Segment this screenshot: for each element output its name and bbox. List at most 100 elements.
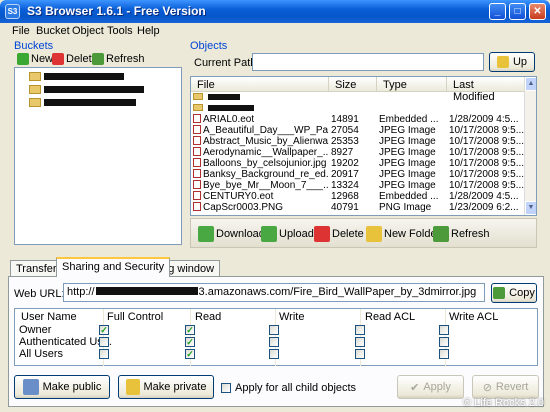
apply-children-checkbox[interactable] <box>221 383 231 393</box>
file-name: Banksy_Background_re_ed... <box>203 169 329 180</box>
redacted-name <box>44 86 144 93</box>
file-type-cell <box>377 103 447 114</box>
file-type-cell: JPEG Image <box>379 136 436 147</box>
table-row[interactable]: Aerodynamic__Wallpaper_... 8927 JPEG Image… <box>191 147 524 158</box>
refresh-objects-button[interactable]: Refresh <box>433 226 490 242</box>
file-size-cell: 13324 <box>331 180 359 191</box>
close-button[interactable]: ✕ <box>529 3 546 20</box>
file-name: CENTURY0.eot <box>203 191 274 202</box>
make-public-label: Make public <box>42 381 102 393</box>
file-size-cell <box>329 103 377 114</box>
copy-button[interactable]: Copy <box>491 283 537 303</box>
objects-body: ARIAL0.eot 14891 Embedded ... 1/28/2009 4:5… <box>191 92 524 213</box>
bucket-item[interactable] <box>29 85 144 94</box>
delete-bucket-button[interactable]: Delete <box>52 53 98 65</box>
revert-button[interactable]: ⊘ Revert <box>472 375 539 399</box>
make-public-button[interactable]: Make public <box>14 375 110 399</box>
folder-icon <box>29 72 41 81</box>
menu-help[interactable]: Help <box>137 25 160 37</box>
menu-tools[interactable]: Tools <box>107 25 133 37</box>
menu-file[interactable]: File <box>12 25 30 37</box>
perm-col-read: Read <box>195 311 222 323</box>
file-modified-cell: 10/17/2008 9:5... <box>449 169 524 180</box>
permission-checkbox[interactable]: ✓ <box>185 325 195 335</box>
menu-object[interactable]: Object <box>72 25 104 37</box>
apply-label: Apply <box>423 381 451 393</box>
minimize-button[interactable]: _ <box>489 3 506 20</box>
permission-checkbox[interactable] <box>355 325 365 335</box>
bucket-item[interactable] <box>29 72 124 81</box>
permission-checkbox[interactable] <box>269 337 279 347</box>
table-row[interactable] <box>191 103 524 114</box>
maximize-button[interactable]: □ <box>509 3 526 20</box>
table-row[interactable]: CENTURY0.eot 12968 Embedded ... 1/28/2009 4… <box>191 191 524 202</box>
file-name: A_Beautiful_Day___WP_Pa... <box>203 125 329 136</box>
refresh-icon <box>433 226 449 242</box>
buckets-tree[interactable] <box>14 67 182 245</box>
permission-checkbox[interactable] <box>269 325 279 335</box>
perm-col-read-acl: Read ACL <box>365 311 416 323</box>
permission-checkbox[interactable]: ✓ <box>99 325 109 335</box>
users-icon <box>22 379 39 395</box>
table-row[interactable]: CapScr0003.PNG 40791 PNG Image 1/23/2009 6:… <box>191 202 524 213</box>
permission-checkbox[interactable] <box>439 349 449 359</box>
permission-checkbox[interactable]: ✓ <box>185 349 195 359</box>
new-folder-icon <box>366 226 382 242</box>
file-type-cell: JPEG Image <box>379 147 436 158</box>
copy-label: Copy <box>509 287 535 299</box>
table-row[interactable]: Bye_bye_Mr__Moon_7___... 13324 JPEG Image 1… <box>191 180 524 191</box>
table-row[interactable]: A_Beautiful_Day___WP_Pa... 27054 JPEG Imag… <box>191 125 524 136</box>
permission-checkbox[interactable] <box>355 337 365 347</box>
table-row[interactable]: Balloons_by_celsojunior.jpg 19202 JPEG Ima… <box>191 158 524 169</box>
permission-checkbox[interactable] <box>99 337 109 347</box>
file-name-cell: Abstract_Music_by_Alienwa... <box>191 136 329 147</box>
redacted-name <box>44 99 136 106</box>
permission-checkbox[interactable] <box>99 349 109 359</box>
objects-list[interactable]: File Size Type Last Modified ARIAL0.eot 1… <box>190 76 537 216</box>
col-modified[interactable]: Last Modified <box>447 77 524 103</box>
revert-label: Revert <box>495 381 529 393</box>
table-row[interactable] <box>191 92 524 103</box>
buckets-label: Buckets <box>14 40 54 52</box>
permission-checkbox[interactable]: ✓ <box>185 337 195 347</box>
file-name-cell <box>191 92 329 103</box>
bucket-item[interactable] <box>29 98 136 107</box>
upload-button[interactable]: Upload <box>261 226 314 242</box>
table-row[interactable]: ARIAL0.eot 14891 Embedded ... 1/28/2009 4:5… <box>191 114 524 125</box>
file-type-cell: JPEG Image <box>379 125 436 136</box>
web-url-prefix: http:// <box>67 286 95 298</box>
download-button[interactable]: Download <box>198 226 265 242</box>
tab-sharing-security[interactable]: Sharing and Security <box>56 257 171 277</box>
col-type[interactable]: Type <box>377 77 447 91</box>
window-title: S3 Browser 1.6.1 - Free Version <box>27 4 206 18</box>
permission-checkbox[interactable] <box>439 325 449 335</box>
watermark: © Life Rocks 2.0 <box>463 397 544 409</box>
objects-scrollbar[interactable]: ▲ ▼ <box>524 77 536 215</box>
col-file[interactable]: File <box>191 77 329 91</box>
permission-checkbox[interactable] <box>355 349 365 359</box>
file-modified-cell: 10/17/2008 9:5... <box>449 180 524 191</box>
make-private-button[interactable]: Make private <box>118 375 214 399</box>
refresh-buckets-button[interactable]: Refresh <box>92 53 145 65</box>
current-path-input[interactable] <box>252 53 484 71</box>
file-name-cell: A_Beautiful_Day___WP_Pa... <box>191 125 329 136</box>
col-size[interactable]: Size <box>329 77 377 91</box>
new-bucket-button[interactable]: New <box>17 53 53 65</box>
delete-object-button[interactable]: Delete <box>314 226 364 242</box>
perm-col-write-acl: Write ACL <box>449 311 499 323</box>
menu-bucket[interactable]: Bucket <box>36 25 70 37</box>
web-url-input[interactable]: http:// 3.amazonaws.com/Fire_Bird_WallPap… <box>63 283 485 302</box>
table-row[interactable]: Banksy_Background_re_ed... 20917 JPEG Imag… <box>191 169 524 180</box>
permission-checkbox[interactable] <box>269 349 279 359</box>
revert-icon: ⊘ <box>482 381 492 394</box>
scroll-up-icon[interactable]: ▲ <box>525 77 536 91</box>
new-folder-button[interactable]: New Folder <box>366 226 440 242</box>
delete-icon <box>52 53 64 65</box>
file-name-cell: CENTURY0.eot <box>191 191 329 202</box>
table-row[interactable]: Abstract_Music_by_Alienwa... 25353 JPEG Im… <box>191 136 524 147</box>
scroll-down-icon[interactable]: ▼ <box>525 201 536 215</box>
apply-button[interactable]: ✔ Apply <box>397 375 464 399</box>
up-button[interactable]: Up <box>489 52 535 72</box>
file-icon <box>193 180 201 189</box>
permission-checkbox[interactable] <box>439 337 449 347</box>
